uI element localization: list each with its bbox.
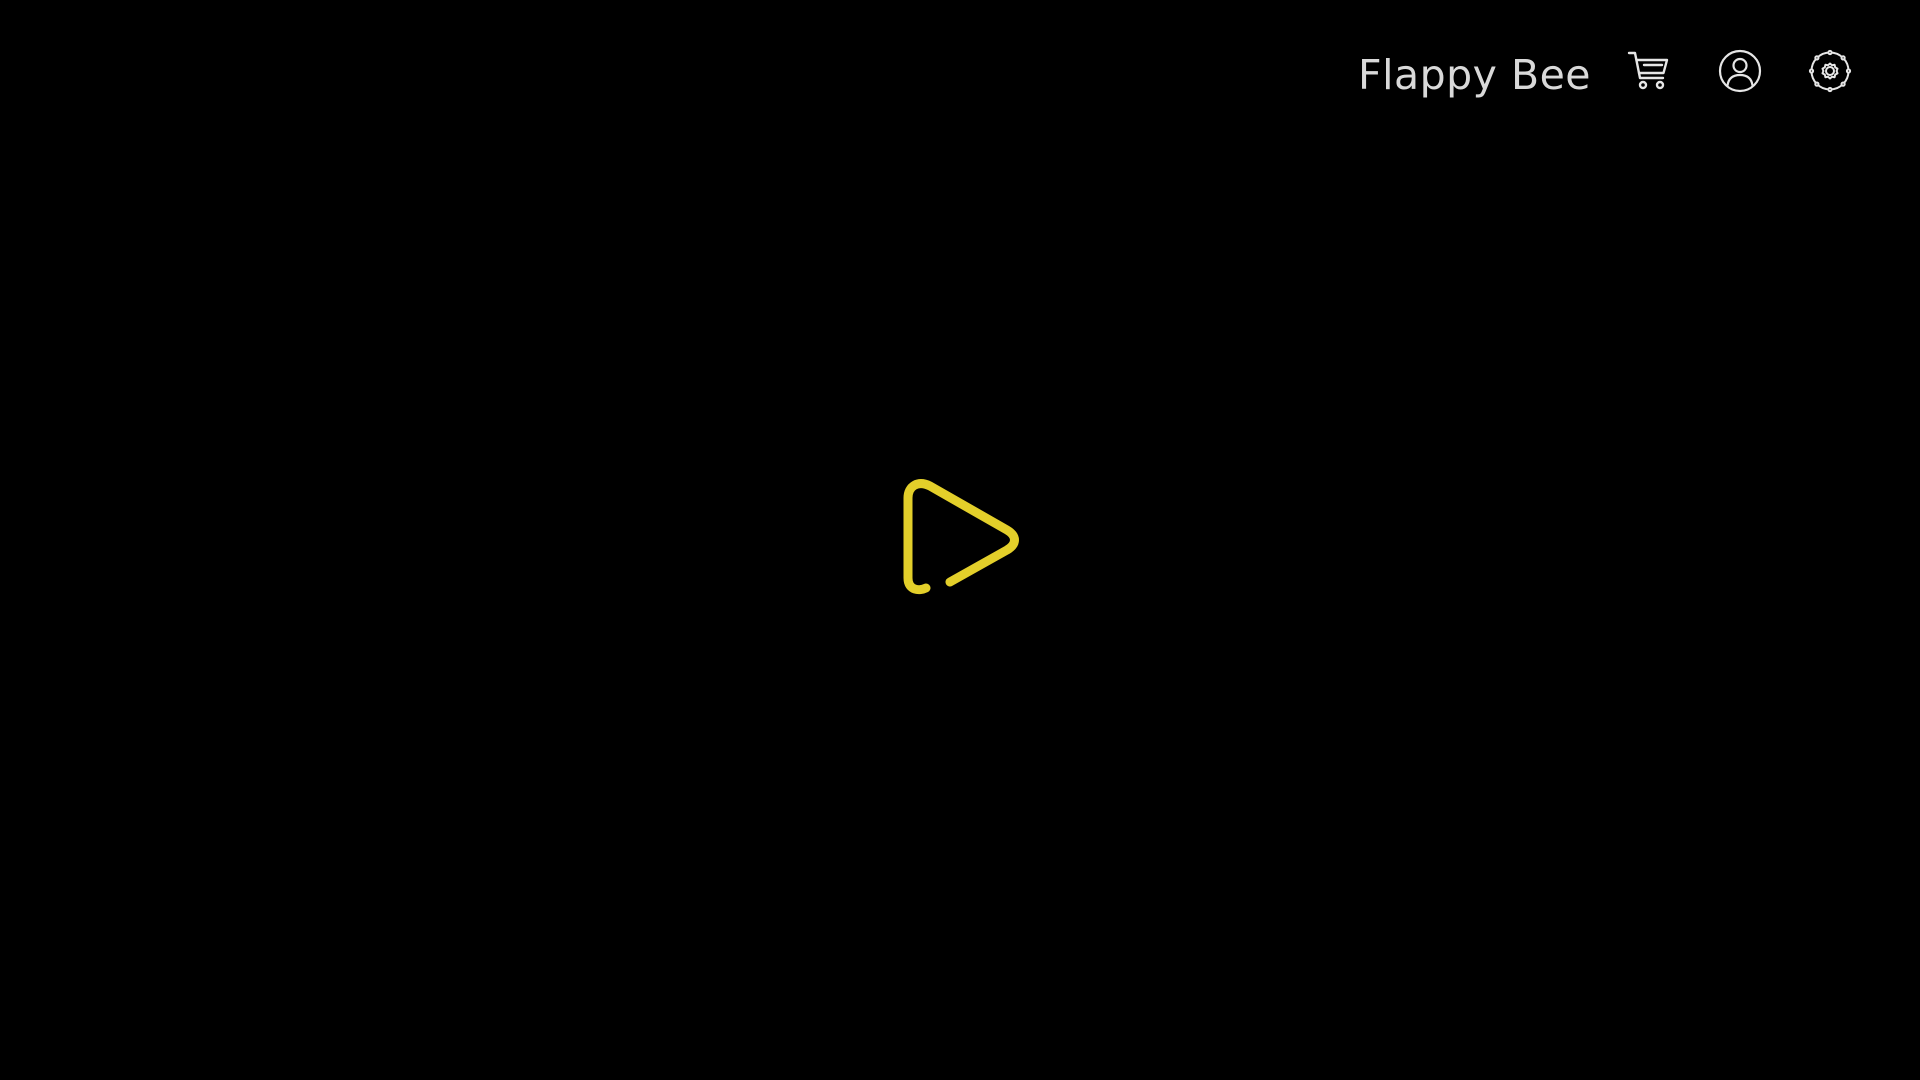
account-button[interactable]: [1713, 44, 1767, 98]
cart-button[interactable]: [1622, 44, 1676, 98]
play-button[interactable]: [888, 460, 1032, 618]
cart-icon: [1627, 51, 1669, 90]
game-title: Flappy Bee: [1358, 51, 1592, 99]
account-icon: [1718, 49, 1762, 93]
play-icon: [903, 479, 1019, 595]
game-screen: Flappy Bee: [0, 0, 1920, 1080]
settings-icon: [1808, 49, 1852, 93]
settings-button[interactable]: [1803, 44, 1857, 98]
